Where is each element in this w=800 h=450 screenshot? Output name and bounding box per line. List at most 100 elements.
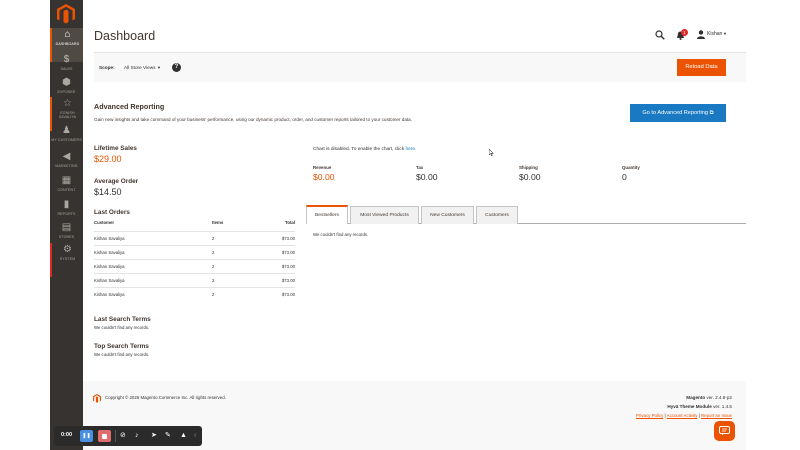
mouse-cursor-icon xyxy=(489,149,494,156)
pointer-icon[interactable]: ➤ xyxy=(151,431,157,441)
dollar-icon: $ xyxy=(63,54,70,65)
table-row[interactable]: Kishan Savaliya 2 $73.00 xyxy=(94,231,295,245)
tab-customers[interactable]: Customers xyxy=(476,206,518,224)
microphone-off-icon[interactable]: ♪ xyxy=(135,431,139,441)
column-header-customer: Customer xyxy=(94,220,115,225)
notification-badge[interactable]: 1 xyxy=(681,29,688,36)
left-margin xyxy=(0,0,50,450)
bar-chart-icon: ▮ xyxy=(63,199,70,210)
quantity-label: Quantity xyxy=(622,165,640,170)
order-total: $73.00 xyxy=(281,236,295,241)
user-icon: ♟ xyxy=(62,125,71,136)
copyright-text: Copyright © 2026 Magento Commerce Inc. A… xyxy=(105,395,226,400)
right-margin xyxy=(746,0,800,450)
last-search-terms-title: Last Search Terms xyxy=(94,316,151,323)
tab-bestsellers[interactable]: Bestsellers xyxy=(306,205,348,224)
order-customer: Kishan Savaliya xyxy=(94,292,125,297)
order-total: $73.00 xyxy=(281,250,295,255)
store-icon: ▤ xyxy=(61,222,72,233)
top-search-terms-title: Top Search Terms xyxy=(94,343,149,350)
scope-switcher[interactable]: All Store Views xyxy=(124,65,155,70)
recording-timer: 0:00 xyxy=(61,432,73,438)
collapse-arrow-icon[interactable]: ‹ xyxy=(194,431,196,441)
user-icon[interactable] xyxy=(697,30,705,39)
table-row[interactable]: Kishan Savaliya 2 $73.00 xyxy=(94,273,295,287)
screen-recorder-toolbar: 0:00 ❚❚ ⊘ ♪ ➤ ✎ ▲ ‹ xyxy=(54,426,202,446)
order-items: 2 xyxy=(212,264,215,269)
average-order-label: Average Order xyxy=(94,178,139,185)
lifetime-sales-value: $29.00 xyxy=(94,154,122,164)
account-activity-link[interactable]: Account Activity xyxy=(667,413,698,418)
advanced-reporting-description: Gain new insights and take command of yo… xyxy=(94,117,413,122)
box-icon: ⬢ xyxy=(62,77,71,88)
report-issue-link[interactable]: Report an Issue xyxy=(701,413,732,418)
go-to-advanced-reporting-button[interactable]: Go to Advanced Reporting ⧉ xyxy=(630,104,726,122)
gear-icon: ⚙ xyxy=(63,244,72,255)
enable-chart-link[interactable]: here. xyxy=(405,147,416,152)
pen-icon[interactable]: ✎ xyxy=(165,431,171,441)
content-icon: ▦ xyxy=(61,175,72,186)
average-order-value: $14.50 xyxy=(94,187,122,197)
order-customer: Kishan Savaliya xyxy=(94,236,125,241)
shipping-value: $0.00 xyxy=(519,172,541,182)
theme-version: Hyvä Theme Module ver. 1.4.5 xyxy=(667,404,732,409)
table-row[interactable]: Kishan Savaliya 2 $73.00 xyxy=(94,287,295,301)
chat-icon xyxy=(719,426,730,436)
revenue-value: $0.00 xyxy=(313,172,335,182)
tab-empty-note: We couldn't find any records. xyxy=(313,232,369,237)
privacy-policy-link[interactable]: Privacy Policy xyxy=(636,413,663,418)
footer-links: Privacy Policy | Account Activity | Repo… xyxy=(635,413,732,418)
revenue-label: Revenue xyxy=(313,165,332,170)
order-total: $73.00 xyxy=(281,264,295,269)
pause-icon[interactable]: ❚❚ xyxy=(80,430,93,442)
home-icon: ⌂ xyxy=(64,29,71,40)
top-search-terms-empty: We couldn't find any records. xyxy=(94,352,150,357)
sidebar-item-system[interactable]: ⚙ SYSTEM xyxy=(50,243,83,277)
column-header-items: Items xyxy=(212,220,224,225)
external-link-icon: ⧉ xyxy=(709,110,714,116)
lifetime-sales-label: Lifetime Sales xyxy=(94,145,137,152)
order-customer: Kishan Savaliya xyxy=(94,278,125,283)
magento-version: Magento ver. 2.4.8-p2 xyxy=(686,395,732,400)
tax-value: $0.00 xyxy=(416,172,438,182)
megaphone-icon: ◀ xyxy=(62,151,71,162)
order-items: 2 xyxy=(212,278,215,283)
help-icon[interactable]: ? xyxy=(172,63,181,72)
last-orders-title: Last Orders xyxy=(94,209,130,216)
last-search-terms-empty: We couldn't find any records. xyxy=(94,325,150,330)
table-row[interactable]: Kishan Savaliya 2 $73.00 xyxy=(94,259,295,273)
chevron-down-icon[interactable]: ▼ xyxy=(723,31,727,36)
stop-icon[interactable] xyxy=(98,430,111,442)
page-title: Dashboard xyxy=(94,29,156,43)
order-total: $73.00 xyxy=(281,292,295,297)
order-total: $73.00 xyxy=(281,278,295,283)
order-items: 2 xyxy=(212,250,215,255)
order-items: 2 xyxy=(212,236,215,241)
quantity-value: 0 xyxy=(622,172,627,182)
highlighter-icon[interactable]: ▲ xyxy=(180,431,187,441)
magento-logo-icon[interactable] xyxy=(57,4,75,24)
table-row[interactable]: Kishan Savaliya 2 $73.00 xyxy=(94,245,295,259)
tab-most-viewed-products[interactable]: Most Viewed Products xyxy=(350,206,419,224)
scope-bar: Scope: All Store Views ▼ ? Reload Data xyxy=(94,52,746,82)
advanced-reporting-button-label: Go to Advanced Reporting xyxy=(642,110,709,116)
chevron-down-icon[interactable]: ▼ xyxy=(157,65,161,70)
magento-logo-icon xyxy=(93,394,101,403)
toolbar-divider xyxy=(115,430,116,442)
user-menu-name[interactable]: Kishan xyxy=(707,31,722,37)
help-chat-button[interactable] xyxy=(714,421,735,441)
shipping-label: Shipping xyxy=(519,165,538,170)
search-icon[interactable] xyxy=(655,30,665,40)
column-header-total: Total xyxy=(285,220,295,225)
reload-data-button[interactable]: Reload Data xyxy=(677,59,726,76)
tax-label: Tax xyxy=(416,165,424,170)
chart-disabled-note: Chart is disabled. To enable the chart, … xyxy=(313,147,417,152)
advanced-reporting-title: Advanced Reporting xyxy=(94,102,165,111)
dashboard-tabs: Bestsellers Most Viewed Products New Cus… xyxy=(306,205,746,224)
camera-off-icon[interactable]: ⊘ xyxy=(120,431,126,441)
order-items: 2 xyxy=(212,292,215,297)
tab-new-customers[interactable]: New Customers xyxy=(421,206,474,224)
order-customer: Kishan Savaliya xyxy=(94,264,125,269)
star-icon: ☆ xyxy=(63,98,72,109)
scope-label: Scope: xyxy=(99,65,115,70)
